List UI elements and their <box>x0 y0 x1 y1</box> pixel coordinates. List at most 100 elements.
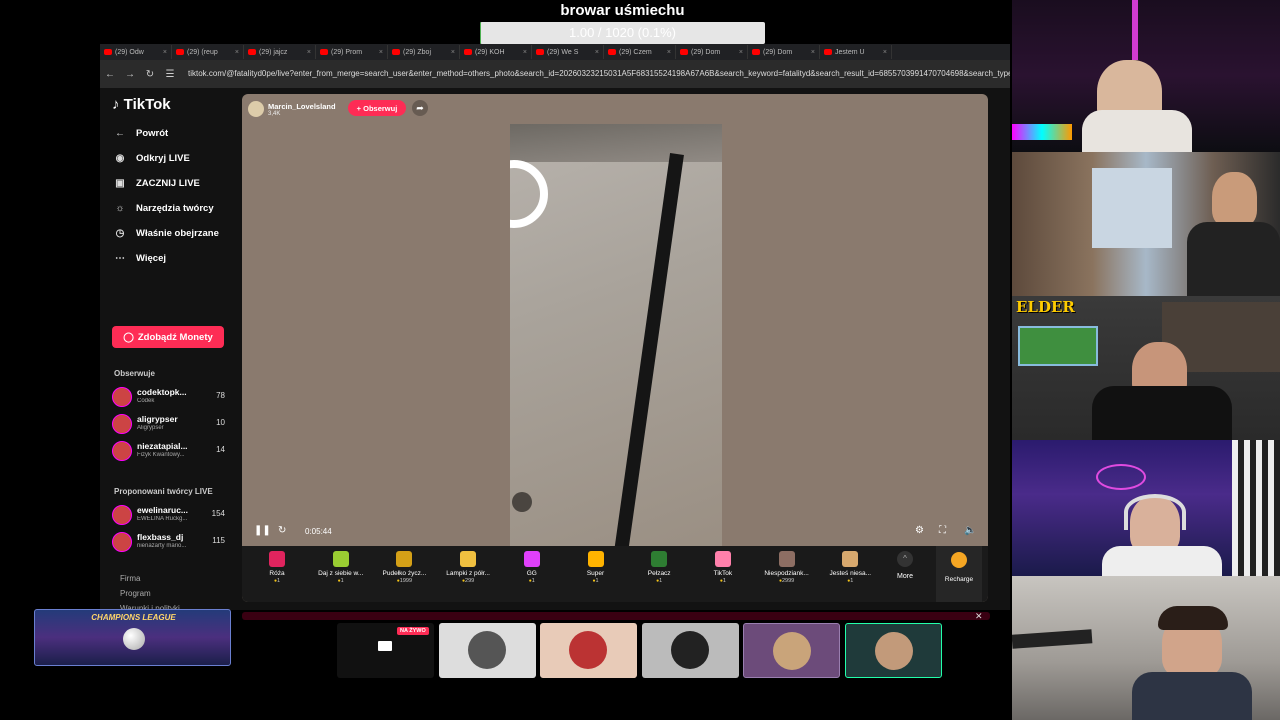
gift-item[interactable]: GG1 <box>501 551 563 597</box>
tab-label: (29) Dom <box>763 48 793 56</box>
viewer-count: 14 <box>216 445 225 454</box>
browser-tab[interactable]: (29) Dom × <box>748 45 820 59</box>
get-coins-button[interactable]: ◯ Zdobądź Monety <box>112 326 224 348</box>
streamer-avatar[interactable] <box>248 101 264 117</box>
volume-icon[interactable]: 🔈 <box>964 525 976 536</box>
sidebar-item-2[interactable]: ☼ Narzędzia twórcy <box>112 199 242 217</box>
browser-tab[interactable]: (29) We S × <box>532 45 604 59</box>
share-icon[interactable]: ➦ <box>412 100 428 116</box>
gift-name: Pudełko życz... <box>382 570 427 577</box>
live-card[interactable]: NA ŻYWO <box>337 623 434 678</box>
footer-link[interactable]: Program <box>120 589 151 598</box>
gift-icon <box>714 551 731 567</box>
close-tab-icon[interactable]: × <box>307 49 311 56</box>
user-subtitle: Fizyk Kwantowy... <box>137 452 185 458</box>
gift-item[interactable]: Pudełko życz...1999 <box>373 551 435 597</box>
streamer-info[interactable]: Marcin_Lovelsland 3,4K <box>248 100 336 118</box>
browser-tab[interactable]: (29) jajcz × <box>244 45 316 59</box>
close-tab-icon[interactable]: × <box>811 49 815 56</box>
live-card[interactable] <box>540 623 637 678</box>
sidebar-item-1[interactable]: ▣ ZACZNIJ LIVE <box>112 174 242 192</box>
live-card[interactable] <box>743 623 840 678</box>
browser-tab[interactable]: (29) Dom × <box>676 45 748 59</box>
sidebar-item-3[interactable]: ◷ Właśnie obejrzane <box>112 224 242 242</box>
fullscreen-icon[interactable]: ⛶ <box>939 525 946 536</box>
gift-item[interactable]: Róża1 <box>246 551 308 597</box>
chat-collapse-bar[interactable] <box>242 612 990 620</box>
gift-item[interactable]: Lampki z półr...299 <box>437 551 499 597</box>
close-tab-icon[interactable]: × <box>667 49 671 56</box>
user-name: flexbass_dj <box>137 532 184 542</box>
follow-button[interactable]: + Obserwuj <box>348 100 406 116</box>
close-tab-icon[interactable]: × <box>595 49 599 56</box>
sidebar-item-0[interactable]: ◉ Odkryj LIVE <box>112 149 242 167</box>
live-discover-icon: ◉ <box>115 152 125 164</box>
close-tab-icon[interactable]: × <box>883 49 887 56</box>
gift-price: 1 <box>501 578 563 584</box>
forward-arrow-icon[interactable]: → <box>120 69 140 80</box>
light-strip <box>1132 0 1138 60</box>
close-tab-icon[interactable]: × <box>523 49 527 56</box>
viewer-count: 154 <box>211 509 225 518</box>
user-row[interactable]: niezatapial... Fizyk Kwantowy... 14 <box>112 439 227 461</box>
recharge-button[interactable]: Recharge <box>936 546 982 602</box>
gift-item[interactable]: Pełzacz1 <box>628 551 690 597</box>
reload-icon[interactable]: ↻ <box>140 69 160 80</box>
user-row[interactable]: ewelinaruc... EWELINA Ruckg... 154 <box>112 503 227 525</box>
browser-tab[interactable]: (29) Odw × <box>100 45 172 59</box>
back-button[interactable]: ← Powrót <box>112 124 242 142</box>
close-tab-icon[interactable]: × <box>235 49 239 56</box>
live-card[interactable] <box>642 623 739 678</box>
gift-item[interactable]: Daj z siebie w...1 <box>310 551 372 597</box>
live-card-avatar <box>671 631 709 669</box>
user-row[interactable]: aligrypser Aligrypser 10 <box>112 412 227 434</box>
shirt <box>1187 222 1280 296</box>
pause-icon[interactable]: ❚❚ <box>254 525 271 536</box>
recharge-label: Recharge <box>944 576 974 583</box>
gift-item[interactable]: Super1 <box>565 551 627 597</box>
neon-sign <box>1096 464 1146 490</box>
coin-icon <box>951 552 967 568</box>
keyboard <box>1012 124 1072 140</box>
footer-link[interactable]: Firma <box>120 574 140 583</box>
user-row[interactable]: codektopk... Codek 78 <box>112 385 227 407</box>
live-card[interactable] <box>439 623 536 678</box>
browser-tab[interactable]: (29) Czem × <box>604 45 676 59</box>
tab-label: (29) Odw <box>115 48 144 56</box>
browser-tab[interactable]: (29) KOH × <box>460 45 532 59</box>
gift-item[interactable]: Niespodziank...2999 <box>756 551 818 597</box>
tiktok-logo[interactable]: ♪ TikTok <box>112 96 171 113</box>
get-coins-label: Zdobądź Monety <box>137 331 213 343</box>
user-row[interactable]: flexbass_dj nienażarty mario... 115 <box>112 530 227 552</box>
user-subtitle: nienażarty mario... <box>137 543 187 549</box>
streamer-name[interactable]: Marcin_Lovelsland <box>268 102 336 111</box>
close-tab-icon[interactable]: × <box>379 49 383 56</box>
close-tab-icon[interactable]: × <box>163 49 167 56</box>
youtube-icon <box>536 49 544 55</box>
site-info-icon[interactable]: ☰ <box>160 69 180 80</box>
close-icon[interactable]: ✕ <box>975 611 983 622</box>
tab-label: (29) KOH <box>475 48 505 56</box>
close-tab-icon[interactable]: × <box>451 49 455 56</box>
gift-item[interactable]: TikTok1 <box>692 551 754 597</box>
url-input[interactable]: tiktok.com/@fatalityd0pe/live?enter_from… <box>188 65 1010 83</box>
youtube-icon <box>392 49 400 55</box>
more-gifts-button[interactable]: ^ More <box>892 551 918 597</box>
gift-item[interactable]: Jesteś niesa...1 <box>819 551 881 597</box>
close-tab-icon[interactable]: × <box>739 49 743 56</box>
settings-icon[interactable]: ⚙ <box>915 525 924 536</box>
refresh-icon[interactable]: ↻ <box>278 525 286 536</box>
address-bar: ← → ↻ ☰ tiktok.com/@fatalityd0pe/live?en… <box>100 60 1010 88</box>
youtube-icon <box>176 49 184 55</box>
shirt <box>1102 546 1222 576</box>
sidebar-item-label: Więcej <box>136 252 167 264</box>
back-arrow-icon[interactable]: ← <box>100 69 120 80</box>
live-video[interactable] <box>510 124 722 548</box>
live-card[interactable] <box>845 623 942 678</box>
browser-tab[interactable]: (29) (reup × <box>172 45 244 59</box>
browser-tab[interactable]: (29) Zboj × <box>388 45 460 59</box>
sidebar-item-4[interactable]: ⋯ Więcej <box>112 249 242 267</box>
browser-tab[interactable]: (29) Prom × <box>316 45 388 59</box>
browser-tab[interactable]: Jestem U × <box>820 45 892 59</box>
live-card-avatar <box>773 632 811 670</box>
